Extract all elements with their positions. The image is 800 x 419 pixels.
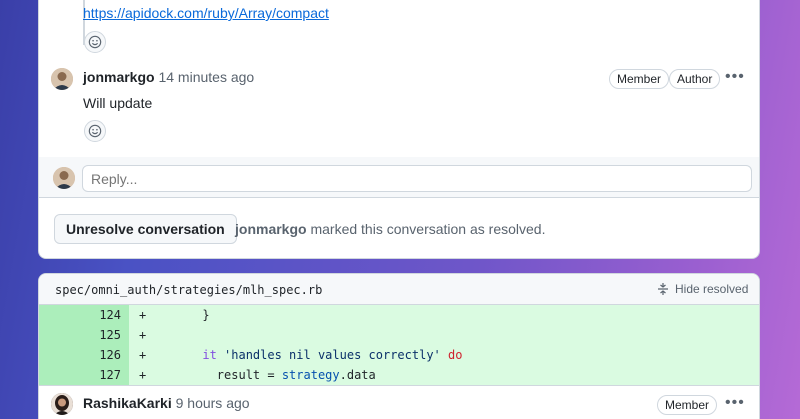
file-diff: spec/omni_auth/strategies/mlh_spec.rb Hi… xyxy=(38,273,760,419)
author-badge: Author xyxy=(669,69,721,89)
divider xyxy=(39,197,759,198)
member-badge: Member xyxy=(657,395,718,415)
hide-resolved-toggle[interactable]: Hide resolved xyxy=(657,282,748,296)
code-assign: result = xyxy=(159,368,282,382)
comment-author[interactable]: RashikaKarki xyxy=(83,395,172,411)
resolved-status: jonmarkgo marked this conversation as re… xyxy=(235,221,545,237)
kebab-menu-icon[interactable]: ••• xyxy=(725,394,745,412)
comment-header: RashikaKarki 9 hours ago xyxy=(83,395,250,411)
code-dot: . xyxy=(339,368,347,382)
code-keyword: it xyxy=(202,348,217,362)
member-badge: Member xyxy=(609,69,670,89)
code-string: 'handles nil values correctly' xyxy=(216,348,448,362)
resolved-by-user[interactable]: jonmarkgo xyxy=(235,221,307,237)
kebab-menu-icon[interactable]: ••• xyxy=(725,68,745,86)
smiley-icon xyxy=(88,124,102,138)
add-reaction-button[interactable] xyxy=(84,31,106,53)
apidock-link[interactable]: https://apidock.com/ruby/Array/compact xyxy=(83,5,329,21)
file-path[interactable]: spec/omni_auth/strategies/mlh_spec.rb xyxy=(55,283,322,297)
fold-icon xyxy=(658,283,668,295)
comment-body: Will update xyxy=(83,95,153,111)
comment-timestamp[interactable]: 9 hours ago xyxy=(176,395,250,411)
code-keyword: do xyxy=(448,348,463,362)
comment-timestamp[interactable]: 14 minutes ago xyxy=(158,69,254,85)
hide-resolved-label: Hide resolved xyxy=(675,282,749,296)
diff-line: 127 + result = strategy.data xyxy=(39,365,759,385)
reply-input[interactable] xyxy=(82,165,752,192)
user-avatar-icon xyxy=(51,68,73,90)
divider xyxy=(39,385,759,386)
diff-line: 125 + xyxy=(39,325,759,345)
diff-code: } xyxy=(159,308,210,322)
diff-line: 124 + } xyxy=(39,305,759,325)
diff-code: result = strategy.data xyxy=(159,365,376,385)
diff-sign: + xyxy=(139,308,147,322)
diff-sign: + xyxy=(139,328,147,342)
review-thread: https://apidock.com/ruby/Array/compact j… xyxy=(38,0,760,259)
code-identifier: strategy xyxy=(281,368,340,382)
code-property: data xyxy=(346,368,376,382)
diff-code: it 'handles nil values correctly' do xyxy=(159,345,462,365)
comment-author[interactable]: jonmarkgo xyxy=(83,69,155,85)
line-number[interactable]: 127 xyxy=(39,365,129,385)
user-avatar-icon xyxy=(53,167,75,189)
avatar[interactable] xyxy=(51,393,73,415)
avatar[interactable] xyxy=(51,68,73,90)
avatar xyxy=(53,167,75,189)
diff-line: 126 + it 'handles nil values correctly' … xyxy=(39,345,759,365)
reply-area xyxy=(39,157,759,197)
diff-sign: + xyxy=(139,348,147,362)
unresolve-conversation-button[interactable]: Unresolve conversation xyxy=(54,214,237,244)
file-header: spec/omni_auth/strategies/mlh_spec.rb Hi… xyxy=(39,274,759,305)
user-avatar-icon xyxy=(51,393,73,415)
line-number[interactable]: 125 xyxy=(39,325,129,345)
add-reaction-button[interactable] xyxy=(84,120,106,142)
resolved-status-text: marked this conversation as resolved. xyxy=(310,221,546,237)
comment-header: jonmarkgo 14 minutes ago xyxy=(83,69,254,85)
line-number[interactable]: 126 xyxy=(39,345,129,365)
line-number[interactable]: 124 xyxy=(39,305,129,325)
smiley-icon xyxy=(88,35,102,49)
diff-sign: + xyxy=(139,368,147,382)
